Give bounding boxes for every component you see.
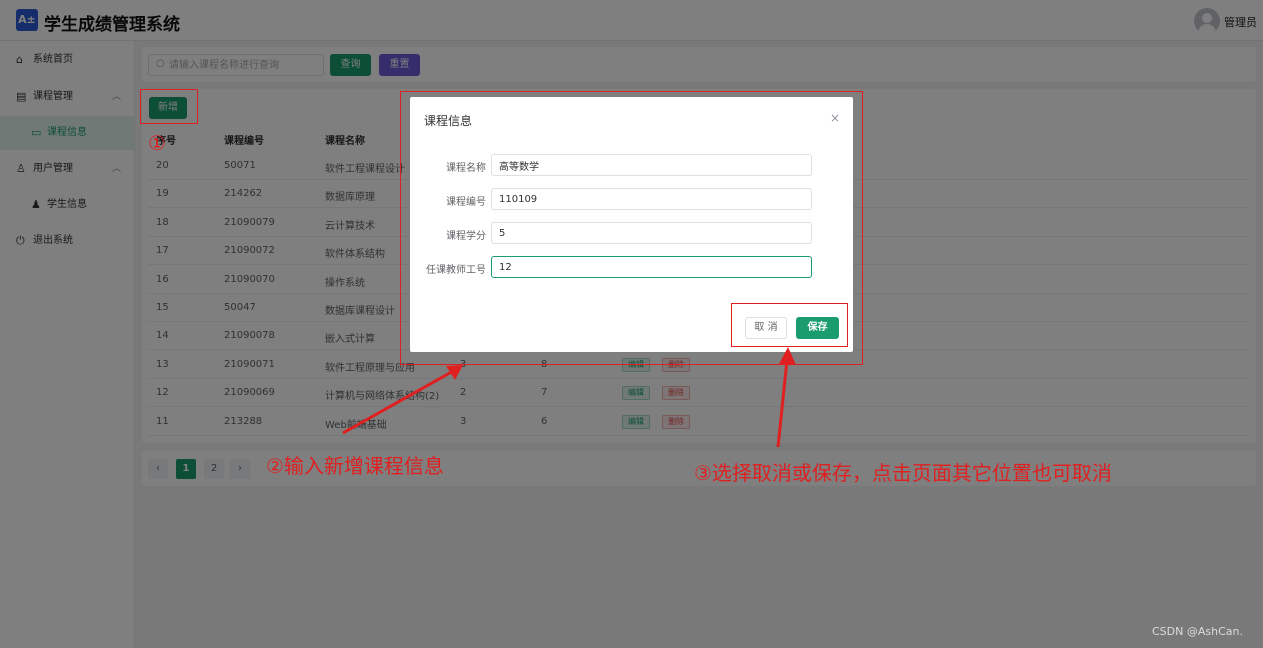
annotation-box-buttons bbox=[731, 303, 848, 347]
watermark: CSDN @AshCan. bbox=[1152, 625, 1243, 638]
annotation-box-add bbox=[140, 89, 198, 124]
annotation-step1: ① bbox=[148, 131, 166, 155]
annotation-step2: ②输入新增课程信息 bbox=[266, 454, 444, 478]
annotation-step3: ③选择取消或保存，点击页面其它位置也可取消 bbox=[694, 461, 1112, 485]
